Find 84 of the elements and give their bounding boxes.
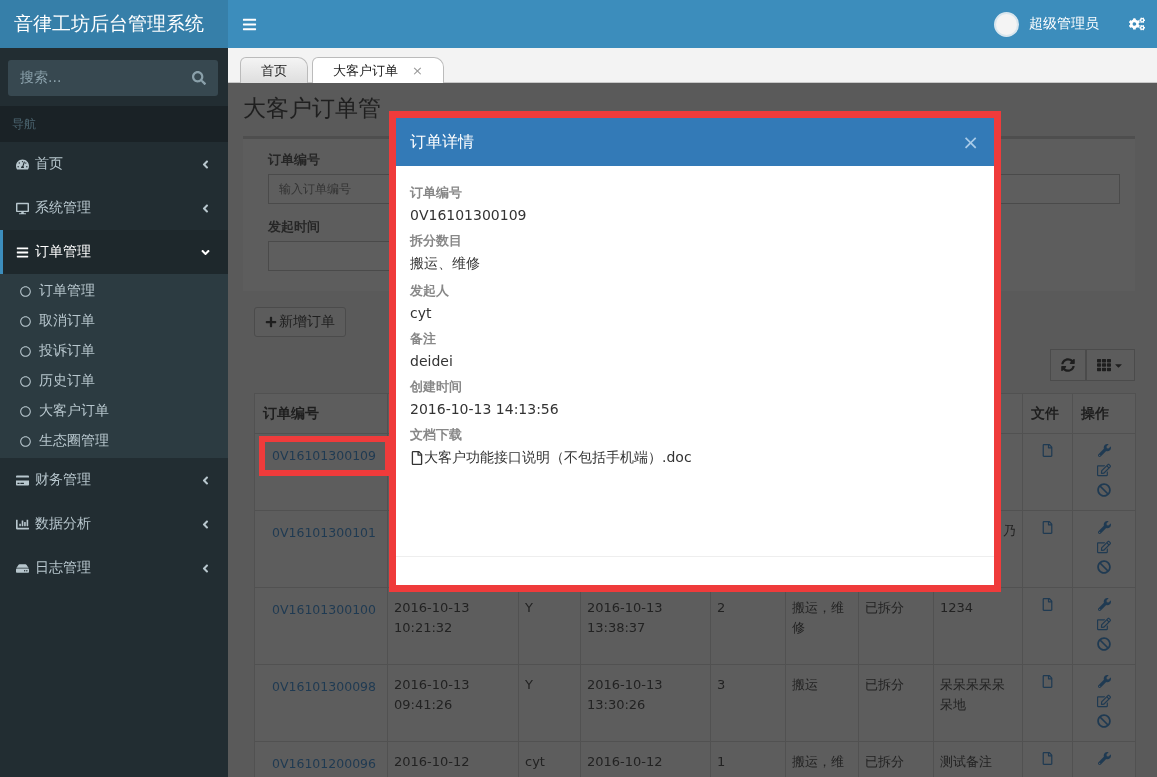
cell-text: 2016-10-12: [394, 753, 470, 771]
column-header: 操作: [1072, 393, 1136, 434]
nav-item[interactable]: 订单管理: [0, 230, 228, 274]
grid-icon: [1097, 358, 1111, 372]
submenu-item[interactable]: 历史订单: [0, 366, 228, 396]
detail-label: 拆分数目: [410, 232, 463, 250]
wrench-icon[interactable]: [1097, 752, 1111, 765]
detail-label: 订单编号: [410, 184, 463, 202]
app-title: 音律工坊后台管理系统: [0, 0, 228, 48]
cell-text: 2016-10-12: [587, 753, 663, 771]
detail-label: 创建时间: [410, 378, 463, 396]
search-icon: [192, 71, 206, 85]
columns-button[interactable]: [1086, 349, 1135, 381]
cell-text: 2016-10-13 09:41:26: [394, 676, 471, 714]
file-link[interactable]: 大客户功能接口说明（不包括手机端）.doc: [410, 449, 692, 467]
file-icon: [410, 451, 424, 465]
ban-icon[interactable]: [1097, 483, 1111, 497]
search-field[interactable]: 搜索...: [8, 60, 218, 96]
refresh-icon: [1061, 358, 1075, 372]
edit-icon[interactable]: [1097, 617, 1111, 631]
file-icon[interactable]: [1041, 675, 1054, 688]
wrench-icon[interactable]: [1097, 521, 1111, 534]
nav-item[interactable]: 日志管理: [0, 546, 228, 590]
ban-icon[interactable]: [1097, 560, 1111, 574]
desktop-icon: [16, 201, 29, 215]
edit-icon[interactable]: [1097, 540, 1111, 554]
detail-label: 文档下载: [410, 426, 463, 444]
dashboard-icon: [16, 157, 29, 171]
submenu-item[interactable]: 取消订单: [0, 306, 228, 336]
cell-text: 2016-10-13 13:38:37: [587, 599, 664, 637]
nav-heading: 导航: [0, 106, 228, 142]
nav-item[interactable]: 系统管理: [0, 186, 228, 230]
avatar[interactable]: [994, 11, 1019, 37]
wrench-icon[interactable]: [1097, 444, 1111, 457]
user-name[interactable]: 超级管理员: [1029, 15, 1099, 33]
cell-text: cyt: [525, 753, 545, 771]
nav-item[interactable]: 财务管理: [0, 458, 228, 502]
cell-text: 乃: [1002, 522, 1016, 540]
settings-icon[interactable]: [1129, 16, 1145, 32]
refresh-button[interactable]: [1050, 349, 1086, 381]
ban-icon[interactable]: [1097, 637, 1111, 651]
cell-text: 1: [717, 753, 726, 771]
cell-text: 1234: [940, 599, 974, 617]
column-header: 订单编号: [254, 393, 388, 434]
wrench-icon[interactable]: [1097, 675, 1111, 688]
detail-value: 0V16101300109: [410, 207, 528, 223]
column-header: 文件: [1022, 393, 1073, 434]
detail-value: 2016-10-13 14:13:56: [410, 401, 560, 417]
submenu-item[interactable]: 订单管理: [0, 276, 228, 306]
cell-text: Y: [525, 599, 533, 617]
file-icon[interactable]: [1041, 444, 1054, 457]
nav-item[interactable]: 首页: [0, 142, 228, 186]
menu-icon[interactable]: [242, 16, 257, 32]
ban-icon[interactable]: [1097, 714, 1111, 728]
tab[interactable]: 大客户订单 ×: [312, 57, 444, 83]
edit-icon[interactable]: [1097, 463, 1111, 477]
detail-label: 备注: [410, 330, 437, 348]
submenu-item[interactable]: 投诉订单: [0, 336, 228, 366]
cell-text: 2: [717, 599, 726, 617]
hard-drive-icon: [16, 561, 29, 575]
detail-value: 搬运、维修: [410, 255, 481, 273]
credit-card-icon: [16, 473, 29, 487]
cell-text: 2016-10-13 13:30:26: [587, 676, 664, 714]
file-icon[interactable]: [1041, 598, 1054, 611]
file-icon[interactable]: [1041, 521, 1054, 534]
plus-icon: [265, 316, 277, 328]
cell-text: 2016-10-13 10:21:32: [394, 599, 471, 637]
file-icon[interactable]: [1041, 752, 1054, 765]
detail-value: deidei: [410, 353, 454, 369]
submenu-item[interactable]: 大客户订单: [0, 396, 228, 426]
submenu-item[interactable]: 生态圈管理: [0, 426, 228, 456]
tab[interactable]: 首页: [240, 57, 308, 83]
nav-item[interactable]: 数据分析: [0, 502, 228, 546]
cell-text: Y: [525, 676, 533, 694]
edit-icon[interactable]: [1097, 694, 1111, 708]
wrench-icon[interactable]: [1097, 598, 1111, 611]
detail-value: cyt: [410, 305, 433, 321]
detail-label: 发起人: [410, 282, 450, 300]
bar-chart-icon: [16, 517, 29, 531]
cell-text: 3: [717, 676, 726, 694]
cell-text: 呆呆呆呆呆呆地: [940, 676, 1006, 714]
page-title: 大客户订单管: [243, 94, 382, 123]
menu-icon: [16, 245, 29, 259]
modal-title: 订单详情: [410, 131, 474, 153]
